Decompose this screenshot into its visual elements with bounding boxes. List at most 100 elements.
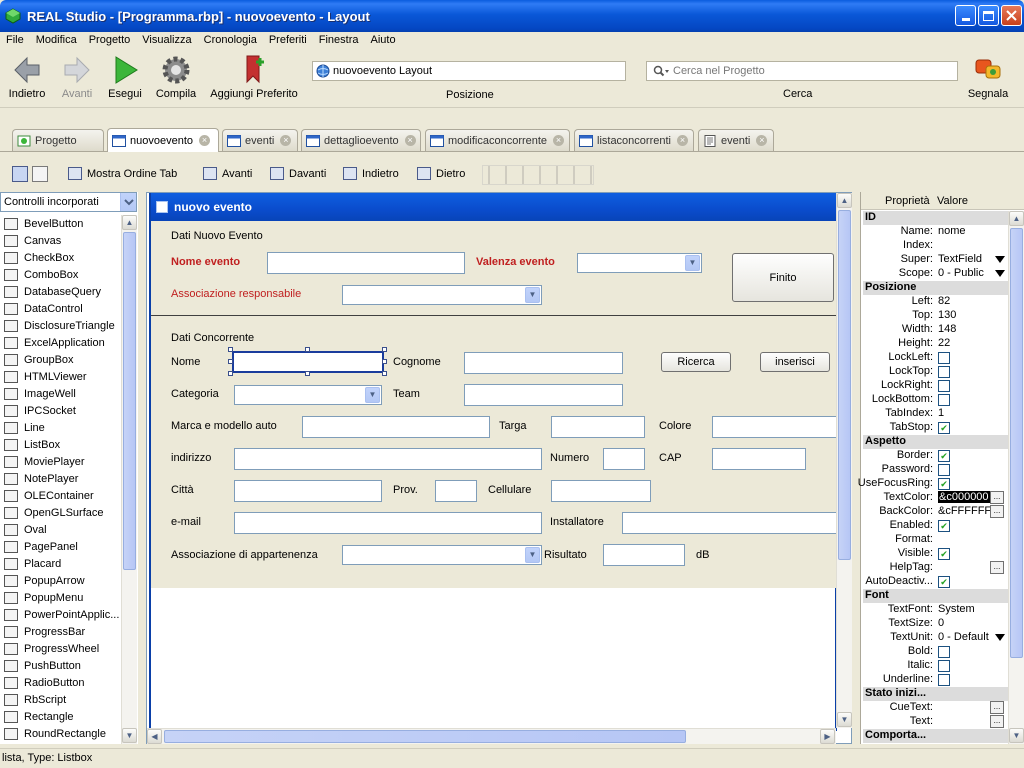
input-citta[interactable] <box>234 480 382 502</box>
scroll-thumb[interactable] <box>123 232 136 570</box>
tab-nuovoevento[interactable]: nuovoevento × <box>107 128 219 152</box>
run-button[interactable]: Esegui <box>106 54 144 100</box>
control-item[interactable]: RbScript <box>0 691 121 708</box>
input-prov[interactable] <box>435 480 477 502</box>
dropdown-arrow-icon[interactable] <box>995 634 1005 641</box>
control-item[interactable]: Line <box>0 419 121 436</box>
checkbox[interactable] <box>938 380 950 392</box>
checkbox[interactable] <box>938 394 950 406</box>
control-item[interactable]: HTMLViewer <box>0 368 121 385</box>
section-appearance[interactable]: Aspetto <box>863 435 1009 449</box>
input-team[interactable] <box>464 384 623 406</box>
prop-top[interactable]: Top: 130 <box>863 309 1009 323</box>
control-item[interactable]: IPCSocket <box>0 402 121 419</box>
control-item[interactable]: PagePanel <box>0 538 121 555</box>
ellipsis-button[interactable]: ... <box>990 491 1004 504</box>
tab-eventi-code[interactable]: eventi × <box>698 129 774 151</box>
scroll-up-icon[interactable]: ▲ <box>1009 211 1024 226</box>
prop-width[interactable]: Width: 148 <box>863 323 1009 337</box>
select-associazione-appartenenza[interactable]: ▼ <box>342 545 542 565</box>
ellipsis-button[interactable]: ... <box>990 701 1004 714</box>
inserisci-button[interactable]: inserisci <box>760 352 830 372</box>
prop-name[interactable]: Name: nome <box>863 225 1009 239</box>
tab-eventi[interactable]: eventi × <box>222 129 298 151</box>
checkbox[interactable] <box>938 464 950 476</box>
section-font[interactable]: Font <box>863 589 1009 603</box>
prop-text[interactable]: Text:... <box>863 715 1009 729</box>
design-window[interactable]: nuovo evento Dati Nuovo Evento Nome even… <box>149 193 837 731</box>
prop-lockleft[interactable]: LockLeft: <box>863 351 1009 365</box>
input-cap[interactable] <box>712 448 806 470</box>
editor-vertical-scrollbar[interactable]: ▲ ▼ <box>836 193 852 728</box>
input-colore[interactable] <box>712 416 837 438</box>
scroll-down-icon[interactable]: ▼ <box>837 712 852 727</box>
prop-left[interactable]: Left: 82 <box>863 295 1009 309</box>
control-item[interactable]: PopupArrow <box>0 572 121 589</box>
control-item[interactable]: OpenGLSurface <box>0 504 121 521</box>
checkbox[interactable]: ✔ <box>938 422 950 434</box>
checkbox[interactable] <box>938 366 950 378</box>
view-code-icon[interactable] <box>32 166 48 182</box>
control-item[interactable]: OLEContainer <box>0 487 121 504</box>
control-item[interactable]: ProgressWheel <box>0 640 121 657</box>
ricerca-button[interactable]: Ricerca <box>661 352 731 372</box>
control-item[interactable]: CheckBox <box>0 249 121 266</box>
input-installatore[interactable] <box>622 512 837 534</box>
input-numero[interactable] <box>603 448 645 470</box>
input-indirizzo[interactable] <box>234 448 542 470</box>
send-to-back-button[interactable]: Dietro <box>417 167 465 180</box>
prop-locktop[interactable]: LockTop: <box>863 365 1009 379</box>
maximize-button[interactable] <box>978 5 999 26</box>
forward-button[interactable]: Avanti <box>58 54 96 100</box>
prop-format[interactable]: Format: <box>863 533 1009 547</box>
input-cognome[interactable] <box>464 352 623 374</box>
send-backward-button[interactable]: Indietro <box>343 167 399 180</box>
scroll-thumb[interactable] <box>1010 228 1023 658</box>
control-item[interactable]: Oval <box>0 521 121 538</box>
prop-cuetext[interactable]: CueText:... <box>863 701 1009 715</box>
prop-index[interactable]: Index: <box>863 239 1009 253</box>
ellipsis-button[interactable]: ... <box>990 561 1004 574</box>
prop-enabled[interactable]: Enabled: ✔ <box>863 519 1009 533</box>
control-item[interactable]: BevelButton <box>0 215 121 232</box>
bring-forward-button[interactable]: Avanti <box>203 167 252 180</box>
resize-handle[interactable] <box>228 359 233 364</box>
build-button[interactable]: Compila <box>155 54 197 100</box>
close-tab-icon[interactable]: × <box>199 135 210 146</box>
control-item[interactable]: PopupMenu <box>0 589 121 606</box>
prop-height[interactable]: Height: 22 <box>863 337 1009 351</box>
scroll-thumb[interactable] <box>838 210 851 560</box>
control-item[interactable]: MoviePlayer <box>0 453 121 470</box>
prop-visible[interactable]: Visible: ✔ <box>863 547 1009 561</box>
menu-progetto[interactable]: Progetto <box>83 32 137 48</box>
controls-category-select[interactable]: Controlli incorporati <box>0 192 137 212</box>
section-position[interactable]: Posizione <box>863 281 1009 295</box>
control-item[interactable]: ExcelApplication <box>0 334 121 351</box>
prop-backcolor[interactable]: BackColor: &cFFFFFF... <box>863 505 1009 519</box>
search-field[interactable]: Cerca nel Progetto <box>646 61 958 81</box>
scroll-down-icon[interactable]: ▼ <box>1009 728 1024 743</box>
resize-handle[interactable] <box>382 347 387 352</box>
input-email[interactable] <box>234 512 542 534</box>
control-item[interactable]: ProgressBar <box>0 623 121 640</box>
input-targa[interactable] <box>551 416 645 438</box>
control-item[interactable]: GroupBox <box>0 351 121 368</box>
menu-visualizza[interactable]: Visualizza <box>136 32 197 48</box>
section-initial-state[interactable]: Stato inizi... <box>863 687 1009 701</box>
prop-tabindex[interactable]: TabIndex: 1 <box>863 407 1009 421</box>
control-item[interactable]: ListBox <box>0 436 121 453</box>
select-categoria[interactable]: ▼ <box>234 385 382 405</box>
prop-super[interactable]: Super: TextField <box>863 253 1009 267</box>
close-tab-icon[interactable]: × <box>280 135 292 146</box>
control-item[interactable]: Canvas <box>0 232 121 249</box>
input-nome-evento[interactable] <box>267 252 465 274</box>
report-button[interactable]: Segnala <box>966 54 1010 100</box>
controls-scrollbar[interactable]: ▲ ▼ <box>121 215 137 744</box>
prop-scope[interactable]: Scope: 0 - Public <box>863 267 1009 281</box>
control-item[interactable]: RoundRectangle <box>0 725 121 742</box>
minimize-button[interactable] <box>955 5 976 26</box>
control-item[interactable]: ComboBox <box>0 266 121 283</box>
control-item[interactable]: RadioButton <box>0 674 121 691</box>
select-associazione-responsabile[interactable]: ▼ <box>342 285 542 305</box>
resize-handle[interactable] <box>228 347 233 352</box>
